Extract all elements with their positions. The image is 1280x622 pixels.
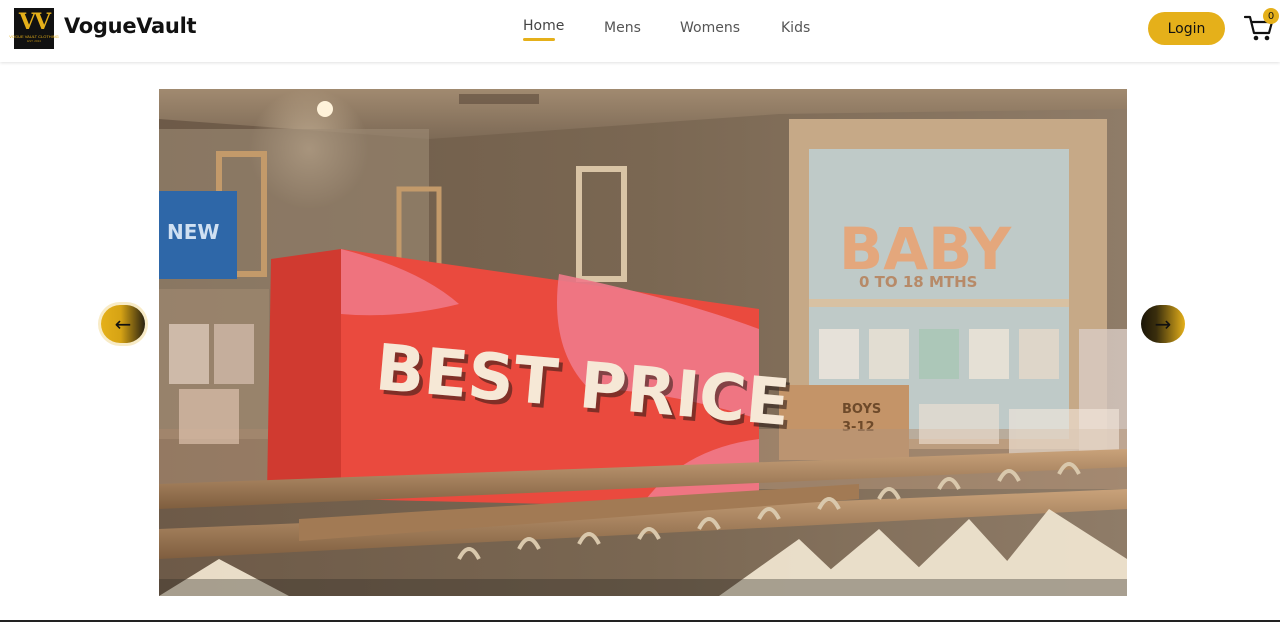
nav-home[interactable]: Home <box>523 18 565 41</box>
nav-home-label: Home <box>523 18 565 34</box>
arrow-right-icon: → <box>1154 312 1172 336</box>
carousel-next-button[interactable]: → <box>1141 305 1185 343</box>
new-sign-text: NEW <box>167 220 219 244</box>
nav-kids[interactable]: Kids <box>781 20 810 36</box>
store-sale-image: NEW BABY 0 TO 18 MTHS BOYS 3-12 BEST PRI… <box>159 89 1127 596</box>
hero-carousel-slide: NEW BABY 0 TO 18 MTHS BOYS 3-12 BEST PRI… <box>159 89 1127 596</box>
logo-subcaption: EST. 2024 <box>27 39 41 43</box>
baby-subsign-text: 0 TO 18 MTHS <box>859 273 977 291</box>
nav-womens[interactable]: Womens <box>680 20 740 36</box>
site-header: VV VOGUE VAULT CLOTHING EST. 2024 VogueV… <box>0 0 1280 62</box>
arrow-left-icon: ← <box>114 312 132 336</box>
login-button[interactable]: Login <box>1148 12 1225 45</box>
brand-logo[interactable]: VV VOGUE VAULT CLOTHING EST. 2024 <box>9 8 59 49</box>
logo-monogram: VV <box>18 9 51 35</box>
nav-mens[interactable]: Mens <box>604 20 641 36</box>
cart-count-badge: 0 <box>1263 8 1279 24</box>
nav-active-underline <box>523 38 555 41</box>
carousel-prev-button[interactable]: ← <box>101 305 145 343</box>
brand-name[interactable]: VogueVault <box>64 14 197 38</box>
boys-sign-text: BOYS <box>842 402 881 417</box>
